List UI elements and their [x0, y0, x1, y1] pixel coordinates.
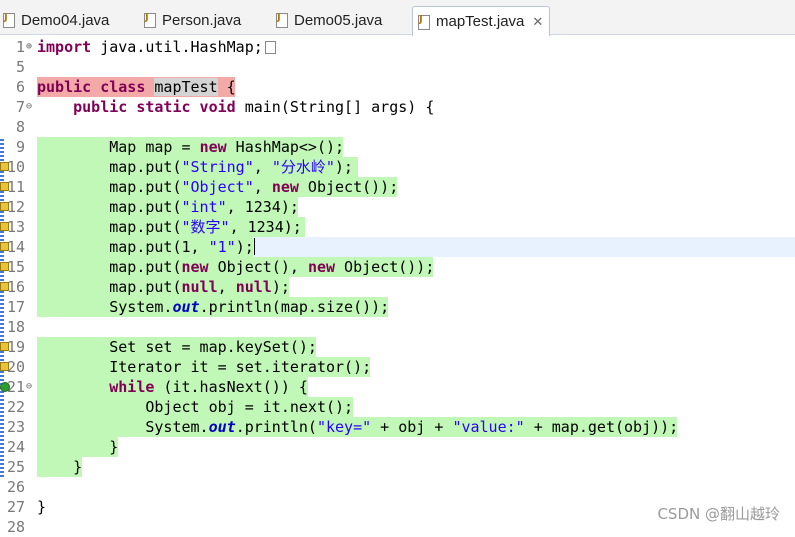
code-text: }: [37, 498, 47, 516]
code-text: import java.util.HashMap;: [37, 37, 276, 57]
code-line: 7 ⊖ public static void main(String[] arg…: [0, 97, 795, 117]
line-number: 11: [6, 178, 25, 196]
tab-maptest[interactable]: mapTest.java ✕: [412, 6, 551, 36]
code-line: 16 map.put(null, null);: [0, 277, 795, 297]
code-text: Iterator it = set.iterator();: [37, 358, 372, 376]
line-number: 26: [6, 478, 25, 496]
line-number: 25: [6, 458, 25, 476]
line-number: 21: [6, 378, 25, 396]
line-number: 17: [6, 298, 25, 316]
code-line: 15 map.put(new Object(), new Object());: [0, 257, 795, 277]
tab-demo05[interactable]: Demo05.java: [275, 6, 382, 34]
line-number: 8: [15, 118, 25, 136]
code-line: 17 System.out.println(map.size());: [0, 297, 795, 317]
code-text: System.out.println(map.size());: [37, 298, 390, 316]
code-text: Map map = new HashMap<>();: [37, 138, 345, 156]
code-text: public static void main(String[] args) {: [73, 98, 435, 116]
code-line: 12 map.put("int", 1234);: [0, 197, 795, 217]
line-number: 18: [6, 318, 25, 336]
close-tab-icon[interactable]: ✕: [532, 14, 543, 30]
java-file-icon: [417, 14, 431, 30]
code-line: 26: [0, 477, 795, 497]
folded-imports-icon[interactable]: [264, 41, 276, 54]
line-number: 6: [15, 78, 25, 96]
code-line: 13 map.put("数字", 1234);: [0, 217, 795, 237]
tab-label: mapTest.java: [436, 13, 525, 30]
code-line: 22 Object obj = it.next();: [0, 397, 795, 417]
code-text: }: [37, 438, 119, 456]
line-number: 15: [6, 258, 25, 276]
code-text: map.put("Object", new Object());: [37, 178, 399, 196]
code-text: map.put("int", 1234);: [37, 198, 299, 216]
line-number: 13: [6, 218, 25, 236]
line-number: 9: [15, 138, 25, 156]
code-text: map.put("String", "分水岭");: [37, 158, 353, 176]
code-line: 23 System.out.println("key=" + obj + "va…: [0, 417, 795, 437]
code-text: map.put(1, "1");: [37, 238, 255, 256]
code-text: Set set = map.keySet();: [37, 338, 317, 356]
code-text: map.put("数字", 1234);: [37, 218, 302, 236]
tab-label: Person.java: [162, 11, 242, 29]
code-line: 24 }: [0, 437, 795, 457]
line-number: 19: [6, 338, 25, 356]
tab-person[interactable]: Person.java: [143, 6, 241, 34]
code-line: 9 Map map = new HashMap<>();: [0, 137, 795, 157]
java-file-icon: [2, 12, 16, 28]
line-number: 10: [6, 158, 25, 176]
code-text: Object obj = it.next();: [37, 398, 354, 416]
java-file-icon: [275, 12, 289, 28]
tab-label: Demo04.java: [21, 11, 110, 29]
line-number: 24: [6, 438, 25, 456]
tab-label: Demo05.java: [294, 11, 383, 29]
code-line: 6 public class mapTest {: [0, 77, 795, 97]
code-text: System.out.println("key=" + obj + "value…: [37, 418, 679, 436]
code-line: 25 }: [0, 457, 795, 477]
line-number: 12: [6, 198, 25, 216]
code-text: while (it.hasNext()) {: [109, 378, 308, 396]
line-number: 1: [15, 38, 25, 56]
collapse-fold-icon[interactable]: ⊖: [26, 97, 32, 117]
line-number: 27: [6, 498, 25, 516]
code-line: 11 map.put("Object", new Object());: [0, 177, 795, 197]
code-line: 10 map.put("String", "分水岭");: [0, 157, 795, 177]
code-line: 20 Iterator it = set.iterator();: [0, 357, 795, 377]
code-line: 5: [0, 57, 795, 77]
code-text: map.put(new Object(), new Object());: [37, 258, 435, 276]
watermark: CSDN @翻山越玲: [657, 505, 780, 523]
text-caret: [253, 238, 255, 255]
code-line: 18: [0, 317, 795, 337]
java-file-icon: [143, 12, 157, 28]
line-number: 22: [6, 398, 25, 416]
collapse-fold-icon[interactable]: ⊖: [26, 377, 32, 397]
code-line: 19 Set set = map.keySet();: [0, 337, 795, 357]
code-line: 1 ⊕ import java.util.HashMap;: [0, 37, 795, 57]
code-text: }: [37, 458, 83, 476]
line-number: 7: [15, 98, 25, 116]
code-text: map.put(null, null);: [37, 278, 290, 296]
editor-tab-bar: Demo04.java Person.java Demo05.java mapT…: [0, 0, 795, 36]
code-editor[interactable]: 1 ⊕ import java.util.HashMap; 5 6 public…: [0, 35, 795, 536]
line-number: 16: [6, 278, 25, 296]
expand-fold-icon[interactable]: ⊕: [26, 37, 32, 57]
line-number: 28: [6, 518, 25, 536]
code-line: 8: [0, 117, 795, 137]
code-line: 21 ⊖ while (it.hasNext()) {: [0, 377, 795, 397]
line-number: 20: [6, 358, 25, 376]
line-number: 14: [6, 238, 25, 256]
code-text: public class mapTest {: [37, 78, 236, 96]
line-number: 5: [15, 58, 25, 76]
line-number: 23: [6, 418, 25, 436]
code-line: 14 map.put(1, "1");: [0, 237, 795, 257]
tab-demo04[interactable]: Demo04.java: [2, 6, 109, 34]
